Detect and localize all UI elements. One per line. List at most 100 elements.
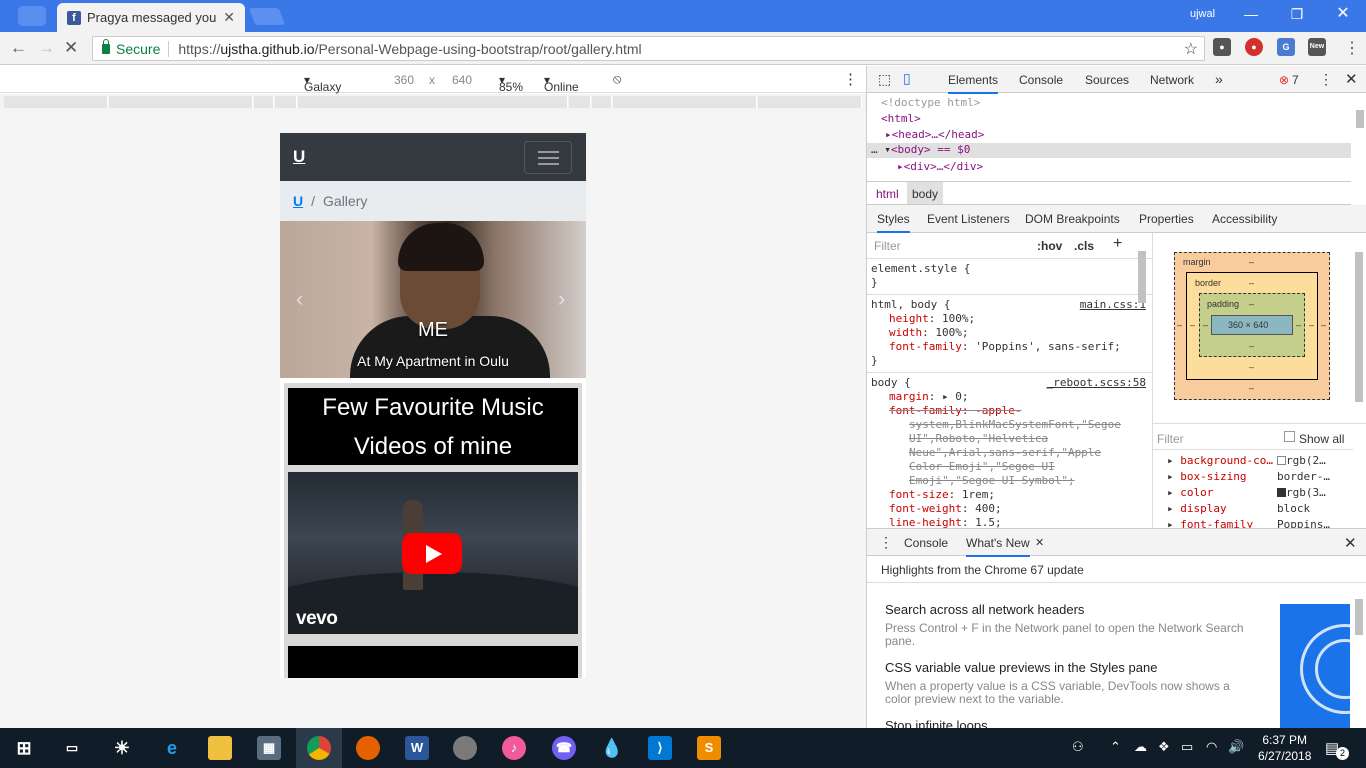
new-tab-button[interactable] [248, 8, 286, 25]
video-embed[interactable]: vevo [288, 472, 578, 634]
tab-console[interactable]: Console [1019, 73, 1063, 87]
css-property[interactable]: line-height: 1.5; [871, 516, 1148, 528]
tab-properties[interactable]: Properties [1139, 212, 1194, 226]
css-property[interactable]: width: 100%; [871, 326, 1148, 340]
crumb-body[interactable]: body [907, 182, 944, 204]
ruler-segment[interactable] [592, 96, 612, 108]
back-icon[interactable]: ← [10, 38, 27, 58]
news-title[interactable]: CSS variable value previews in the Style… [885, 660, 1157, 675]
computed-row[interactable]: ▸ background-co… [1167, 454, 1273, 467]
adblock-icon[interactable]: ● [1245, 38, 1263, 56]
close-drawer-tab-icon[interactable]: ✕ [1035, 536, 1044, 549]
news-title[interactable]: Search across all network headers [885, 602, 1084, 617]
error-icon[interactable]: ⊗ [1279, 73, 1289, 87]
drawer-tab-console[interactable]: Console [904, 536, 948, 550]
translate-icon[interactable]: G [1277, 38, 1295, 56]
profile-tab-stub[interactable] [18, 6, 46, 26]
show-hidden-icon[interactable]: ⌃ [1110, 739, 1121, 755]
edge-icon[interactable]: e [160, 736, 184, 760]
browser-tab[interactable]: f Pragya messaged you ✕ [57, 3, 245, 32]
zoom-select[interactable]: 85% ▾ [499, 73, 523, 94]
tab-styles[interactable]: Styles [877, 212, 910, 233]
ruler-segment[interactable] [4, 96, 108, 108]
dom-body-selected[interactable]: … ▾<body> == $0 [867, 143, 1351, 158]
weather-icon[interactable]: ☀ [110, 736, 134, 760]
restore-icon[interactable]: ❐ [1274, 0, 1320, 30]
computed-row[interactable]: ▸ display [1167, 502, 1227, 515]
width-input[interactable]: 360 [394, 73, 414, 87]
carousel-prev-icon[interactable]: ‹ [296, 286, 303, 312]
css-property[interactable]: margin: ▸ 0; [871, 390, 1148, 404]
ruler-segment[interactable] [758, 96, 862, 108]
word-icon[interactable]: W [405, 736, 429, 760]
window-close-icon[interactable]: ✕ [1320, 0, 1366, 30]
drawer-tab-whats-new[interactable]: What's New [966, 536, 1030, 557]
tab-elements[interactable]: Elements [948, 73, 999, 94]
menu-icon[interactable]: ⋮ [1344, 38, 1360, 58]
device-mode-icon[interactable]: ▯ [903, 70, 911, 87]
navbar-toggler-button[interactable] [524, 141, 572, 174]
dom-head[interactable]: ▸<head>…</head> [885, 128, 984, 141]
close-drawer-icon[interactable]: ✕ [1344, 534, 1357, 552]
task-view-icon[interactable]: ▭ [60, 736, 84, 760]
vscode-icon[interactable]: ⟩ [648, 736, 672, 760]
computed-row[interactable]: ▸ color [1167, 486, 1213, 499]
droplet-icon[interactable]: 💧 [600, 736, 624, 760]
tab-event-listeners[interactable]: Event Listeners [927, 212, 1010, 226]
volume-icon[interactable]: 🔊 [1228, 739, 1244, 755]
ruler-segment[interactable] [254, 96, 274, 108]
network-select[interactable]: Online ▾ [544, 73, 579, 94]
tab-sources[interactable]: Sources [1085, 73, 1129, 87]
breadcrumb-home-link[interactable]: U [293, 193, 303, 209]
dom-div[interactable]: ▸<div>…</div> [897, 160, 983, 173]
more-tabs-icon[interactable]: » [1215, 71, 1223, 87]
devtools-close-icon[interactable]: ✕ [1345, 70, 1358, 88]
start-icon[interactable]: ⊞ [12, 736, 36, 760]
drawer-scrollbar[interactable] [1355, 599, 1363, 635]
omnibox[interactable]: Secure https://ujstha.github.io/Personal… [92, 36, 1205, 61]
cls-toggle[interactable]: .cls [1074, 239, 1094, 253]
app-icon[interactable] [453, 736, 477, 760]
drawer-menu-icon[interactable]: ⋮ [879, 534, 893, 551]
bookmark-star-icon[interactable]: ☆ [1184, 39, 1198, 59]
ruler-segment[interactable] [109, 96, 253, 108]
file-explorer-icon[interactable] [208, 736, 232, 760]
tab-network[interactable]: Network [1150, 73, 1194, 87]
css-property[interactable]: font-family: 'Poppins', sans-serif; [871, 340, 1148, 354]
computed-filter-input[interactable]: Filter [1157, 432, 1184, 446]
height-input[interactable]: 640 [452, 73, 472, 87]
extension-icon[interactable]: ● [1213, 38, 1231, 56]
firefox-icon[interactable] [356, 736, 380, 760]
dom-doctype[interactable]: <!doctype html> [881, 96, 980, 109]
wifi-icon[interactable]: ◠ [1206, 739, 1217, 755]
tab-accessibility[interactable]: Accessibility [1212, 212, 1277, 226]
new-extension-icon[interactable]: New [1308, 38, 1326, 56]
add-rule-icon[interactable]: + [1113, 235, 1122, 253]
forward-icon[interactable]: → [38, 38, 55, 58]
minimize-icon[interactable]: — [1228, 0, 1274, 30]
youtube-play-icon[interactable] [402, 533, 462, 574]
css-property-overridden[interactable]: font-family: -apple- [871, 404, 1148, 418]
battery-icon[interactable]: ▭ [1181, 739, 1193, 755]
ruler-segment[interactable] [275, 96, 297, 108]
tab-dom-breakpoints[interactable]: DOM Breakpoints [1025, 212, 1120, 226]
dropbox-icon[interactable]: ❖ [1158, 739, 1170, 755]
computed-row[interactable]: ▸ box-sizing [1167, 470, 1246, 483]
show-all-checkbox[interactable] [1284, 431, 1295, 442]
device-menu-icon[interactable]: ⋮ [843, 70, 858, 88]
carousel-next-icon[interactable]: › [558, 286, 565, 312]
navbar-brand[interactable]: U [293, 147, 305, 167]
viber-icon[interactable]: ☎ [552, 736, 576, 760]
dom-html[interactable]: <html> [881, 112, 921, 125]
sublime-icon[interactable]: S [697, 736, 721, 760]
ruler-segment[interactable] [569, 96, 591, 108]
people-icon[interactable]: ⚇ [1072, 739, 1084, 755]
element-style-selector[interactable]: element.style { [871, 262, 1148, 276]
rotate-icon[interactable]: ⦸ [613, 71, 621, 87]
styles-scrollbar[interactable] [1138, 251, 1146, 303]
css-property[interactable]: height: 100%; [871, 312, 1148, 326]
ruler-segment[interactable] [298, 96, 568, 108]
rule-source-link[interactable]: _reboot.scss:58 [1047, 376, 1146, 390]
dom-scrollbar[interactable] [1356, 110, 1364, 128]
video-embed-2[interactable] [288, 646, 578, 678]
